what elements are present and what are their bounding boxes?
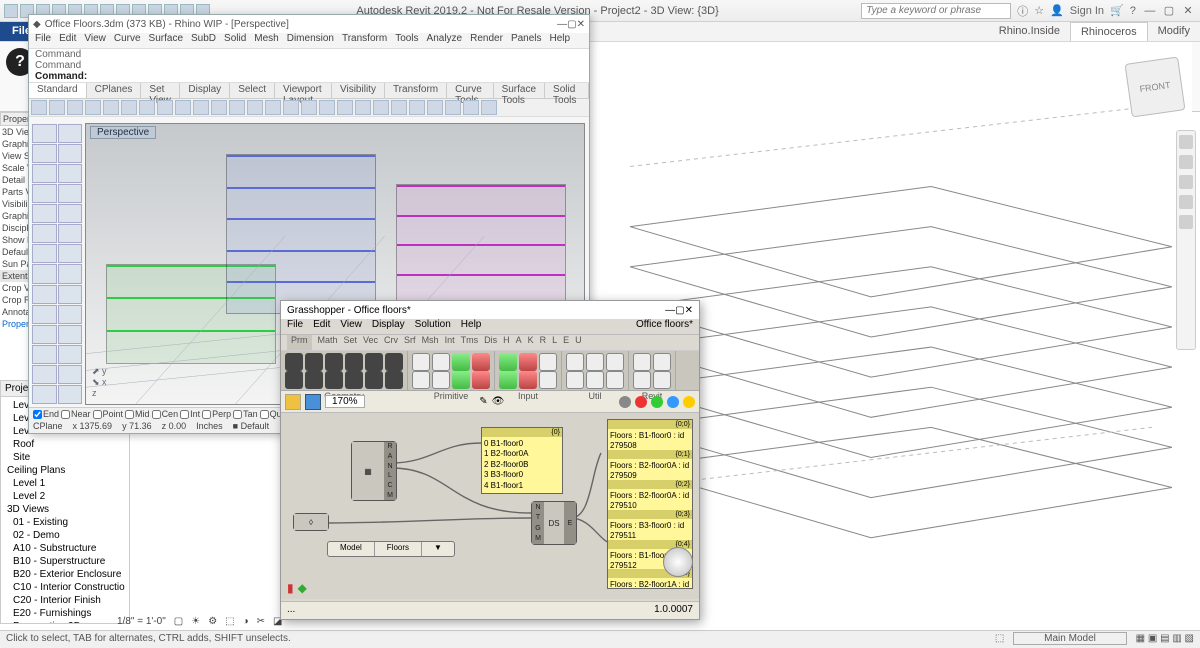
navigation-bar[interactable] <box>1176 130 1196 350</box>
tree-item[interactable]: Perspective 3D <box>13 620 123 624</box>
display-blue-icon <box>667 396 679 408</box>
tab-rhinoceros[interactable]: Rhinoceros <box>1070 22 1148 41</box>
rhino-toolbar-tabs[interactable]: StandardCPlanesSet ViewDisplaySelectView… <box>29 83 589 99</box>
tree-item[interactable]: C10 - Interior Constructio <box>13 581 123 594</box>
tab-rhinoinside[interactable]: Rhino.Inside <box>989 22 1070 41</box>
viewcube[interactable]: FRONT <box>1125 57 1186 118</box>
tree-item[interactable]: A10 - Substructure <box>13 542 123 555</box>
pan-icon <box>1179 155 1193 169</box>
gh-doc-label[interactable]: Office floors* <box>636 319 693 334</box>
building-b2 <box>226 154 376 314</box>
tree-group[interactable]: 3D Views <box>7 503 123 516</box>
gh-value-list[interactable]: Model Floors ▼ <box>327 541 455 557</box>
gh-canvas-corner-icons[interactable]: ▮ ◆ <box>287 581 307 595</box>
rhino-menu-bar[interactable]: FileEditViewCurveSurfaceSubDSolidMeshDim… <box>29 33 589 49</box>
gh-menu-bar[interactable]: FileEditViewDisplaySolutionHelp Office f… <box>281 319 699 335</box>
tree-item[interactable]: 01 - Existing <box>13 516 123 529</box>
close-button[interactable]: ✕ <box>1180 4 1196 17</box>
tree-item[interactable]: Level 1 <box>13 477 123 490</box>
search-input[interactable] <box>861 3 1011 19</box>
tree-item[interactable]: E20 - Furnishings <box>13 607 123 620</box>
gh-status-bar: ... 1.0.0007 <box>281 601 699 619</box>
star-icon[interactable]: ☆ <box>1034 4 1044 17</box>
gh-status-left: ... <box>287 604 295 617</box>
rhino-minimize-button[interactable]: — <box>557 19 567 30</box>
minimize-button[interactable]: — <box>1142 5 1158 17</box>
tree-item[interactable]: 02 - Demo <box>13 529 123 542</box>
maximize-button[interactable]: ▢ <box>1161 4 1177 17</box>
preview-icon: 👁 <box>492 396 505 407</box>
user-icon[interactable]: 👤 <box>1050 4 1064 17</box>
display-red-icon <box>635 396 647 408</box>
help-icon[interactable]: ? <box>1130 5 1136 17</box>
axis-triad-icon: ⬈ y⬊ xz <box>92 366 107 398</box>
viewport-label[interactable]: Perspective <box>90 126 156 139</box>
tree-item[interactable]: Level 2 <box>13 490 123 503</box>
status-text: Click to select, TAB for alternates, CTR… <box>6 633 291 646</box>
gh-minimize-button[interactable]: — <box>665 305 675 316</box>
gh-param[interactable]: ◊ <box>293 513 329 531</box>
main-model-dropdown[interactable]: Main Model <box>1013 632 1127 645</box>
save-icon <box>305 394 321 410</box>
worksets-icon[interactable]: ⬚ <box>995 633 1004 644</box>
gh-version: 1.0.0007 <box>654 604 693 617</box>
signin-link[interactable]: Sign In <box>1070 5 1104 17</box>
tree-item[interactable]: B20 - Exterior Enclosure <box>13 568 123 581</box>
wheel-icon <box>1179 135 1193 149</box>
gh-title: Grasshopper - Office floors* <box>287 305 411 316</box>
tree-item[interactable]: B10 - Superstructure <box>13 555 123 568</box>
tab-modify[interactable]: Modify <box>1148 22 1200 41</box>
zoom-icon <box>1179 175 1193 189</box>
tree-item[interactable]: Roof <box>13 438 123 451</box>
gh-panel-names[interactable]: {0} 0 B1-floor0 1 B2-floor0A 2 B2-floor0… <box>481 427 563 494</box>
selection-icons[interactable]: ▦ ▣ ▤ ▥ ▧ <box>1136 633 1194 644</box>
markov-icon: ◆ <box>298 581 307 595</box>
gh-maximize-button[interactable]: ▢ <box>675 305 684 316</box>
cart-icon[interactable]: 🛒 <box>1110 4 1124 17</box>
gh-canvas-toolbar[interactable]: 170% ✎ 👁 <box>281 391 699 413</box>
display-yellow-icon <box>683 396 695 408</box>
gh-compass[interactable] <box>663 547 693 577</box>
sketch-icon: ✎ <box>479 396 487 407</box>
display-green-icon <box>651 396 663 408</box>
rhino-command-area[interactable]: Command Command Command: <box>29 49 589 83</box>
rhino-side-toolbar[interactable] <box>31 123 83 405</box>
infocentre-icon[interactable]: ⓘ <box>1017 3 1028 19</box>
rhino-maximize-button[interactable]: ▢ <box>567 19 576 30</box>
orbit-icon <box>1179 195 1193 209</box>
gh-canvas[interactable]: ◊ ▦ RANLCM {0} 0 B1-floor0 1 B2-floor0A … <box>281 413 699 599</box>
revit-status-bar: Click to select, TAB for alternates, CTR… <box>0 630 1200 648</box>
tree-item[interactable]: C20 - Interior Finish <box>13 594 123 607</box>
gh-component-explode[interactable]: ▦ RANLCM <box>351 441 397 501</box>
tree-item[interactable]: Site <box>13 451 123 464</box>
view-control-bar[interactable]: 1/8" = 1'-0" ▢☀⚙⬚◑✂◪ <box>115 612 285 630</box>
gh-ribbon[interactable]: Geometry Primitive Input Util Revit <box>281 351 699 391</box>
open-icon <box>285 394 301 410</box>
rhino-title: Office Floors.3dm (373 KB) - Rhino WIP -… <box>45 19 289 30</box>
rhino-logo-icon: ◆ <box>33 19 41 30</box>
tree-group[interactable]: Ceiling Plans <box>7 464 123 477</box>
lookaround-icon <box>1179 215 1193 229</box>
gh-close-button[interactable]: ✕ <box>685 305 693 316</box>
display-grey-icon <box>619 396 631 408</box>
rhino-close-button[interactable]: ✕ <box>577 19 585 30</box>
zoom-display[interactable]: 170% <box>325 395 365 408</box>
chart-icon: ▮ <box>287 581 294 595</box>
grasshopper-window[interactable]: Grasshopper - Office floors* — ▢ ✕ FileE… <box>280 300 700 620</box>
gh-component-ds[interactable]: NTGM DS E <box>531 501 577 545</box>
gh-component-tabs[interactable]: PrmMathSetVecCrvSrfMshIntTmsDisHAKRLEU <box>281 335 699 351</box>
